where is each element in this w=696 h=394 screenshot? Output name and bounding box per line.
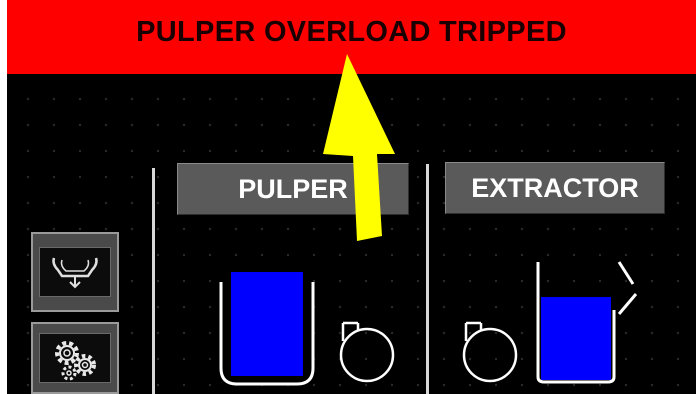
extractor-valve-bottom (617, 293, 638, 315)
extractor-section-button[interactable]: EXTRACTOR (445, 162, 665, 214)
extractor-tank[interactable] (533, 260, 643, 385)
extractor-valve-top (617, 261, 635, 285)
annotation-arrow (323, 54, 395, 241)
alarm-message: PULPER OVERLOAD TRIPPED (136, 15, 567, 48)
extractor-pump-icon[interactable] (457, 319, 523, 385)
pulper-tank-level (231, 272, 303, 376)
settings-button[interactable] (31, 322, 119, 394)
discharge-tank-icon (52, 257, 98, 289)
discharge-button[interactable] (31, 232, 119, 312)
discharge-button-face (39, 247, 111, 297)
gears-icon (55, 341, 96, 381)
pulper-pump-icon[interactable] (334, 319, 400, 385)
extractor-tank-level (541, 297, 611, 380)
pulper-tank[interactable] (217, 272, 317, 387)
settings-button-face (39, 333, 111, 383)
left-divider (152, 168, 155, 394)
hmi-screen: PULPER OVERLOAD TRIPPED PULPER EXTRACTOR (7, 0, 696, 394)
extractor-section-label: EXTRACTOR (471, 172, 639, 203)
